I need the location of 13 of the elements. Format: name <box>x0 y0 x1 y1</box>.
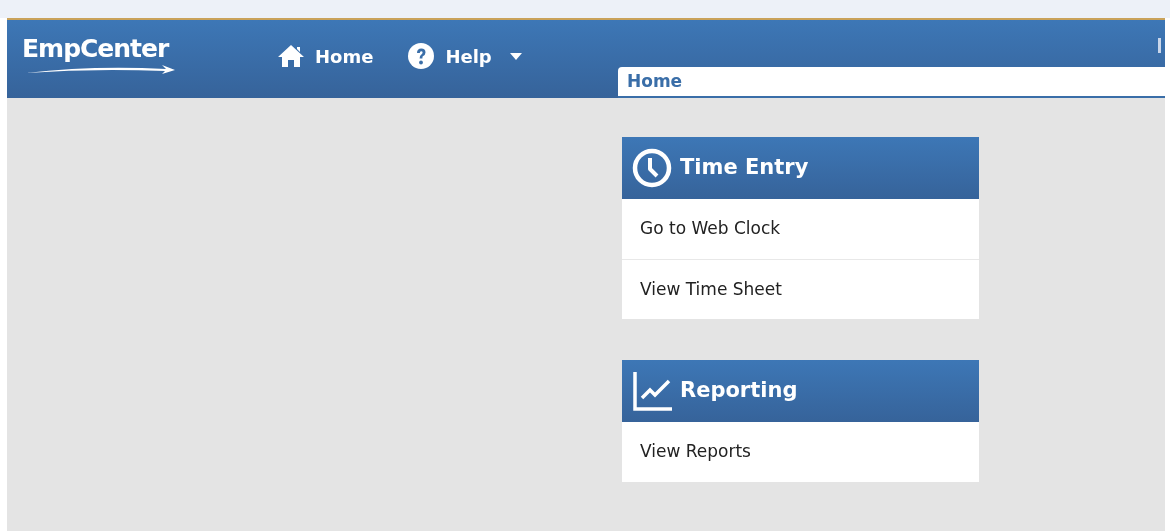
clock-icon <box>632 148 672 188</box>
home-icon <box>277 44 305 68</box>
card-title: Reporting <box>680 377 798 405</box>
nav-link[interactable]: Home <box>277 42 374 70</box>
menu-link[interactable]: Go to Web Clock <box>622 199 979 259</box>
line-chart-icon <box>632 371 672 411</box>
card-title: Time Entry <box>680 154 809 182</box>
help-icon <box>407 42 436 70</box>
menu-link[interactable]: View Reports <box>622 422 979 482</box>
tab[interactable]: Home <box>618 67 1165 98</box>
logo-text: EmpCenter <box>22 34 169 64</box>
nav-link[interactable]: Help <box>407 42 522 70</box>
menu-link[interactable]: View Time Sheet <box>622 259 979 319</box>
